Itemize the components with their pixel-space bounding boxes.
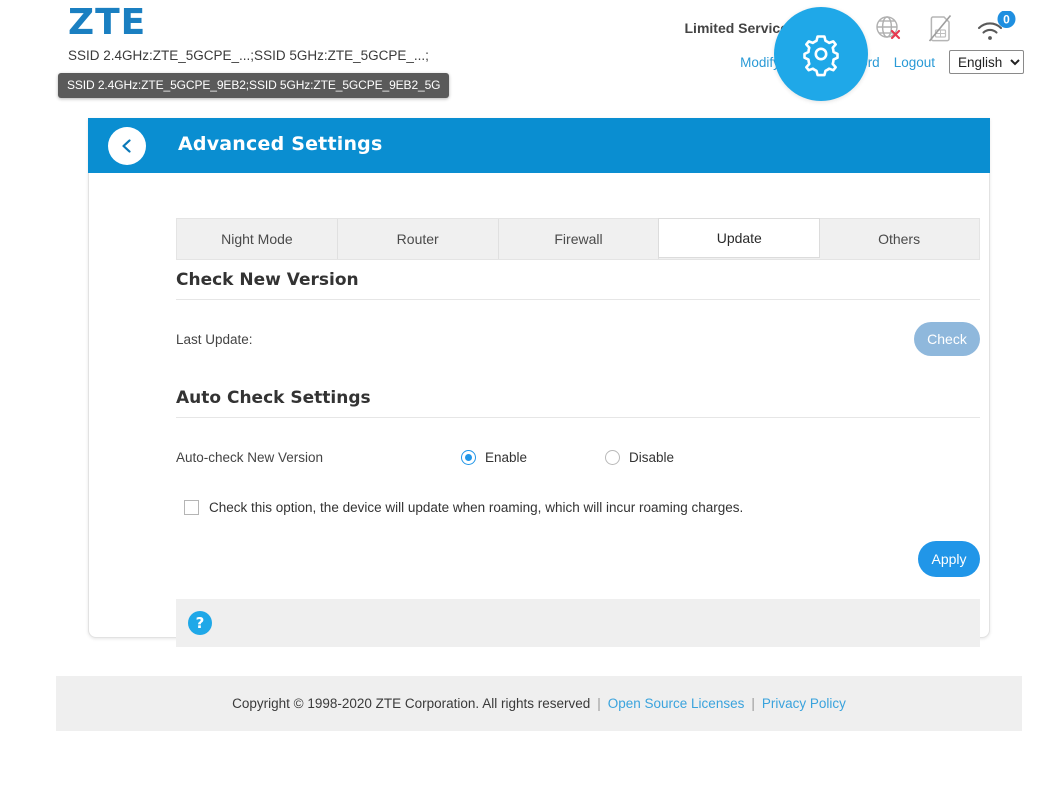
language-select[interactable]: English bbox=[949, 50, 1024, 74]
top-bar: ZTE SSID 2.4GHz:ZTE_5GCPE_...;SSID 5GHz:… bbox=[0, 0, 1048, 100]
wifi-client-count: 0 bbox=[1003, 12, 1010, 26]
tab-others[interactable]: Others bbox=[819, 219, 979, 259]
roaming-update-checkbox[interactable] bbox=[184, 500, 199, 515]
ssid-summary: SSID 2.4GHz:ZTE_5GCPE_...;SSID 5GHz:ZTE_… bbox=[68, 48, 429, 63]
settings-card: Night Mode Router Firewall Update Others… bbox=[88, 118, 990, 647]
apply-button-row: Apply bbox=[176, 541, 980, 577]
radio-disable[interactable]: Disable bbox=[605, 449, 675, 465]
roaming-update-checkbox-row: Check this option, the device will updat… bbox=[176, 500, 980, 515]
tab-update[interactable]: Update bbox=[658, 218, 821, 258]
ssid-tooltip: SSID 2.4GHz:ZTE_5GCPE_9EB2;SSID 5GHz:ZTE… bbox=[58, 73, 450, 98]
radio-enable[interactable]: Enable bbox=[461, 449, 528, 465]
tab-panel-update: Check New Version Last Update: Check Aut… bbox=[176, 270, 980, 647]
help-bar: ? bbox=[176, 599, 980, 647]
gear-icon[interactable] bbox=[774, 7, 868, 101]
service-status-label: Limited Service bbox=[684, 20, 789, 36]
question-mark-icon[interactable]: ? bbox=[188, 611, 212, 635]
wifi-icon[interactable]: 0 bbox=[966, 8, 1024, 48]
auto-check-radio-group: Enable Disable bbox=[461, 449, 752, 465]
footer-copyright: Copyright © 1998-2020 ZTE Corporation. A… bbox=[232, 696, 591, 711]
tab-router[interactable]: Router bbox=[338, 219, 499, 259]
tab-firewall[interactable]: Firewall bbox=[499, 219, 660, 259]
apply-button[interactable]: Apply bbox=[918, 541, 980, 577]
check-new-version-title: Check New Version bbox=[176, 270, 980, 300]
card-header: Advanced Settings bbox=[88, 118, 990, 173]
tab-bar: Night Mode Router Firewall Update Others bbox=[176, 218, 980, 260]
tab-night-mode[interactable]: Night Mode bbox=[177, 219, 338, 259]
chevron-left-icon bbox=[122, 139, 131, 153]
footer: Copyright © 1998-2020 ZTE Corporation. A… bbox=[56, 676, 1022, 731]
last-update-label: Last Update: bbox=[176, 331, 253, 347]
back-button[interactable] bbox=[108, 127, 146, 165]
globe-error-icon[interactable] bbox=[862, 8, 914, 48]
zte-logo: ZTE bbox=[68, 2, 147, 43]
sim-card-disabled-icon[interactable] bbox=[914, 8, 966, 48]
auto-check-label: Auto-check New Version bbox=[176, 449, 324, 465]
auto-check-settings-title: Auto Check Settings bbox=[176, 388, 980, 418]
auto-check-row: Auto-check New Version Enable Disable bbox=[176, 440, 980, 474]
roaming-update-label: Check this option, the device will updat… bbox=[209, 500, 744, 515]
radio-enable-label: Enable bbox=[485, 449, 528, 465]
page-title: Advanced Settings bbox=[178, 133, 383, 155]
footer-separator-1: | bbox=[597, 696, 601, 711]
last-update-row: Last Update: Check bbox=[176, 318, 980, 360]
radio-disable-indicator bbox=[605, 449, 621, 465]
privacy-policy-link[interactable]: Privacy Policy bbox=[762, 696, 846, 711]
radio-disable-label: Disable bbox=[629, 449, 675, 465]
open-source-licenses-link[interactable]: Open Source Licenses bbox=[608, 696, 745, 711]
footer-separator-2: | bbox=[751, 696, 755, 711]
check-button[interactable]: Check bbox=[914, 322, 980, 356]
radio-enable-indicator bbox=[461, 449, 476, 465]
logout-link[interactable]: Logout bbox=[894, 55, 935, 70]
